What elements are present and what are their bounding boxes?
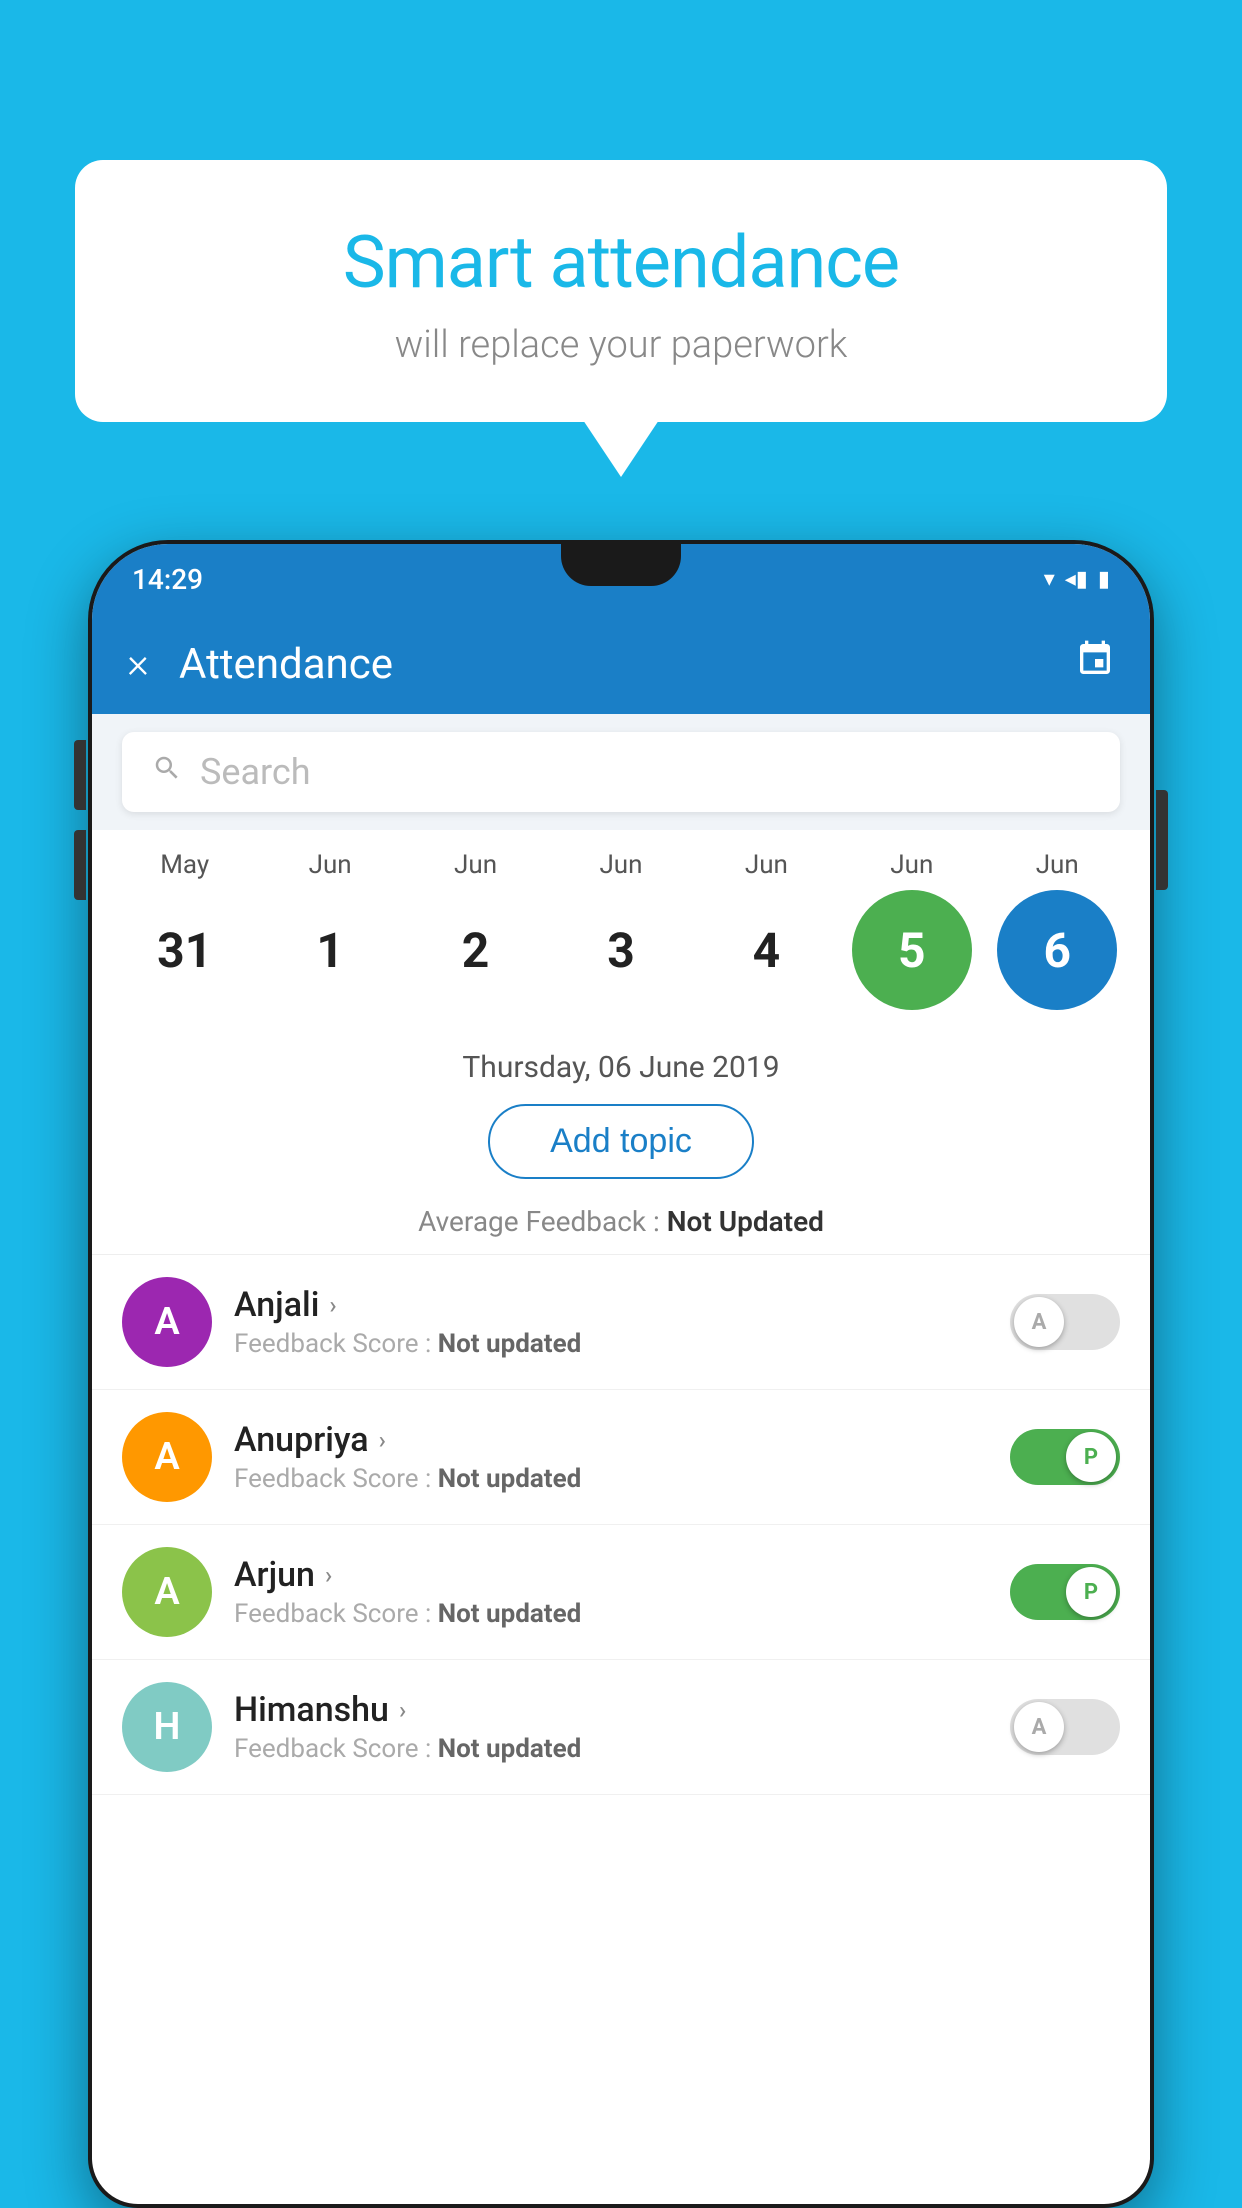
- bubble-subtitle: will replace your paperwork: [125, 323, 1117, 367]
- status-time: 14:29: [132, 563, 203, 596]
- cal-month-3: Jun: [561, 850, 681, 880]
- cal-date-31[interactable]: 31: [125, 890, 245, 1010]
- cal-month-6: Jun: [997, 850, 1117, 880]
- avatar-anjali: A: [122, 1277, 212, 1367]
- chevron-arjun: ›: [325, 1561, 332, 1589]
- speech-bubble-container: Smart attendance will replace your paper…: [75, 160, 1167, 422]
- avatar-arjun: A: [122, 1547, 212, 1637]
- cal-month-1: Jun: [270, 850, 390, 880]
- student-name-himanshu[interactable]: Himanshu ›: [234, 1690, 988, 1730]
- app-bar: × Attendance: [92, 614, 1150, 714]
- cal-date-4[interactable]: 4: [706, 890, 826, 1010]
- phone-frame: 14:29 ▾ ◂▮ ▮ × Attendance: [88, 540, 1154, 2208]
- student-item-himanshu: H Himanshu › Feedback Score : Not update…: [92, 1660, 1150, 1795]
- student-name-anupriya[interactable]: Anupriya ›: [234, 1420, 988, 1460]
- toggle-switch-anjali[interactable]: A: [1010, 1294, 1120, 1350]
- search-container: Search: [92, 714, 1150, 830]
- calendar-icon[interactable]: [1075, 639, 1115, 689]
- phone-screen: 14:29 ▾ ◂▮ ▮ × Attendance: [92, 544, 1150, 2204]
- volume-up-button: [74, 740, 86, 810]
- student-item-anjali: A Anjali › Feedback Score : Not updated …: [92, 1255, 1150, 1390]
- add-topic-button[interactable]: Add topic: [488, 1104, 754, 1179]
- volume-down-button: [74, 830, 86, 900]
- speech-bubble: Smart attendance will replace your paper…: [75, 160, 1167, 422]
- toggle-arjun[interactable]: P: [1010, 1564, 1120, 1620]
- close-button[interactable]: ×: [127, 643, 149, 685]
- feedback-arjun: Feedback Score : Not updated: [234, 1599, 988, 1629]
- toggle-thumb-arjun: P: [1066, 1567, 1116, 1617]
- avg-feedback-value: Not Updated: [667, 1205, 824, 1238]
- toggle-thumb-anjali: A: [1014, 1297, 1064, 1347]
- status-icons: ▾ ◂▮ ▮: [1044, 567, 1110, 592]
- cal-date-3[interactable]: 3: [561, 890, 681, 1010]
- student-info-anupriya: Anupriya › Feedback Score : Not updated: [234, 1420, 988, 1494]
- student-name-arjun[interactable]: Arjun ›: [234, 1555, 988, 1595]
- student-info-arjun: Arjun › Feedback Score : Not updated: [234, 1555, 988, 1629]
- search-icon: [152, 753, 182, 791]
- toggle-thumb-himanshu: A: [1014, 1702, 1064, 1752]
- student-item-anupriya: A Anupriya › Feedback Score : Not update…: [92, 1390, 1150, 1525]
- toggle-switch-himanshu[interactable]: A: [1010, 1699, 1120, 1755]
- avg-feedback: Average Feedback : Not Updated: [92, 1197, 1150, 1254]
- cal-date-5-today[interactable]: 5: [852, 890, 972, 1010]
- add-topic-container: Add topic: [92, 1090, 1150, 1197]
- toggle-switch-arjun[interactable]: P: [1010, 1564, 1120, 1620]
- toggle-switch-anupriya[interactable]: P: [1010, 1429, 1120, 1485]
- toggle-anjali[interactable]: A: [1010, 1294, 1120, 1350]
- student-info-anjali: Anjali › Feedback Score : Not updated: [234, 1285, 988, 1359]
- search-placeholder: Search: [200, 751, 311, 793]
- feedback-himanshu: Feedback Score : Not updated: [234, 1734, 988, 1764]
- calendar-dates: 31 1 2 3 4 5 6: [102, 880, 1140, 1030]
- toggle-thumb-anupriya: P: [1066, 1432, 1116, 1482]
- student-list: A Anjali › Feedback Score : Not updated …: [92, 1255, 1150, 1795]
- calendar-strip: May Jun Jun Jun Jun Jun Jun 31 1 2 3 4 5…: [92, 830, 1150, 1040]
- cal-month-0: May: [125, 850, 245, 880]
- bubble-title: Smart attendance: [125, 220, 1117, 305]
- toggle-himanshu[interactable]: A: [1010, 1699, 1120, 1755]
- power-button: [1156, 790, 1168, 890]
- chevron-anjali: ›: [329, 1291, 336, 1319]
- cal-date-6-selected[interactable]: 6: [997, 890, 1117, 1010]
- toggle-anupriya[interactable]: P: [1010, 1429, 1120, 1485]
- avg-feedback-prefix: Average Feedback :: [418, 1205, 667, 1238]
- chevron-himanshu: ›: [399, 1696, 406, 1724]
- wifi-icon: ▾: [1044, 567, 1055, 592]
- cal-month-2: Jun: [416, 850, 536, 880]
- app-title: Attendance: [179, 640, 1045, 689]
- cal-date-1[interactable]: 1: [270, 890, 390, 1010]
- avatar-himanshu: H: [122, 1682, 212, 1772]
- student-info-himanshu: Himanshu › Feedback Score : Not updated: [234, 1690, 988, 1764]
- cal-month-4: Jun: [706, 850, 826, 880]
- battery-icon: ▮: [1098, 567, 1110, 592]
- date-label: Thursday, 06 June 2019: [92, 1040, 1150, 1090]
- feedback-anupriya: Feedback Score : Not updated: [234, 1464, 988, 1494]
- student-name-anjali[interactable]: Anjali ›: [234, 1285, 988, 1325]
- chevron-anupriya: ›: [379, 1426, 386, 1454]
- calendar-months: May Jun Jun Jun Jun Jun Jun: [102, 850, 1140, 880]
- phone-notch: [561, 544, 681, 586]
- cal-date-2[interactable]: 2: [416, 890, 536, 1010]
- search-bar[interactable]: Search: [122, 732, 1120, 812]
- avatar-anupriya: A: [122, 1412, 212, 1502]
- feedback-anjali: Feedback Score : Not updated: [234, 1329, 988, 1359]
- cal-month-5: Jun: [852, 850, 972, 880]
- signal-icon: ◂▮: [1065, 567, 1088, 592]
- student-item-arjun: A Arjun › Feedback Score : Not updated P: [92, 1525, 1150, 1660]
